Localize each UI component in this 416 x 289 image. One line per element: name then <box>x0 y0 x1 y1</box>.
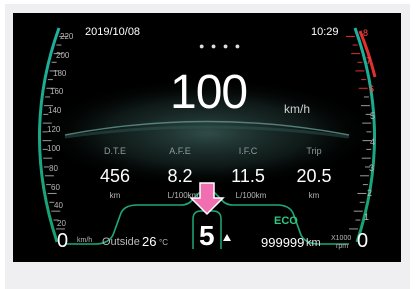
trip-info-label-ifc: I.F.C <box>238 146 258 156</box>
speed-scale-20: 20 <box>57 219 66 228</box>
date-display: 2019/10/08 <box>85 26 141 38</box>
speed-unit: km/h <box>284 102 311 116</box>
speed-value: 100 <box>170 66 248 119</box>
speed-scale-unit: km/h <box>77 237 93 244</box>
eco-indicator: ECO <box>274 215 298 227</box>
speed-scale-160: 160 <box>50 87 64 96</box>
speed-scale-80: 80 <box>49 164 58 173</box>
trip-info-value-ifc: 11.5 <box>231 166 265 186</box>
trip-info-label-afe: A.F.E <box>169 146 191 156</box>
trip-info-unit-trip: km <box>308 191 320 200</box>
rpm-unit-bottom: rpm <box>336 243 349 250</box>
speed-scale-220: 220 <box>60 32 74 41</box>
trip-info-value-dte: 456 <box>99 166 131 186</box>
rpm-scale-7: 7 <box>366 56 372 66</box>
rpm-scale-4: 4 <box>370 137 376 147</box>
rpm-scale-6: 6 <box>369 84 375 94</box>
outside-temp-unit: °C <box>159 238 168 247</box>
odometer-unit: km <box>306 237 321 249</box>
page-indicator-dots: ● ● ● ● <box>199 41 243 51</box>
trip-info-unit-dte: km <box>109 191 121 200</box>
rpm-scale-8: 8 <box>363 28 369 38</box>
speed-scale-0: 0 <box>57 230 69 252</box>
outside-temp-label: Outside <box>102 236 140 248</box>
trip-info-label-trip: Trip <box>306 146 322 156</box>
outside-temp-value: 26 <box>142 234 157 249</box>
time-display: 10:29 <box>311 26 339 38</box>
rpm-scale-2: 2 <box>367 188 373 198</box>
speed-scale-100: 100 <box>47 144 61 153</box>
speed-scale-200: 200 <box>56 51 70 60</box>
rpm-scale-0: 0 <box>357 230 369 252</box>
odometer-value: 999999 <box>261 235 305 250</box>
gear-indicator: 5 <box>199 220 215 251</box>
speed-scale-40: 40 <box>54 201 63 210</box>
trip-info-unit-afe: L/100km <box>167 191 199 200</box>
rpm-scale-3: 3 <box>369 163 375 173</box>
trip-info-value-afe: 8.2 <box>167 166 193 186</box>
speed-scale-120: 120 <box>47 125 61 134</box>
instrument-cluster: 2019/10/08 10:29 ● ● ● ● 100 km/h 220 20… <box>13 13 401 262</box>
speed-scale-140: 140 <box>48 106 62 115</box>
trip-info-unit-ifc: L/100km <box>235 191 267 200</box>
rpm-scale-5: 5 <box>370 111 376 121</box>
rpm-unit-top: X1000 <box>331 235 352 242</box>
trip-info-value-trip: 20.5 <box>296 166 332 186</box>
speed-scale-180: 180 <box>53 69 67 78</box>
rpm-scale-1: 1 <box>364 212 370 222</box>
trip-info-label-dte: D.T.E <box>103 146 126 156</box>
speed-scale-60: 60 <box>51 183 60 192</box>
